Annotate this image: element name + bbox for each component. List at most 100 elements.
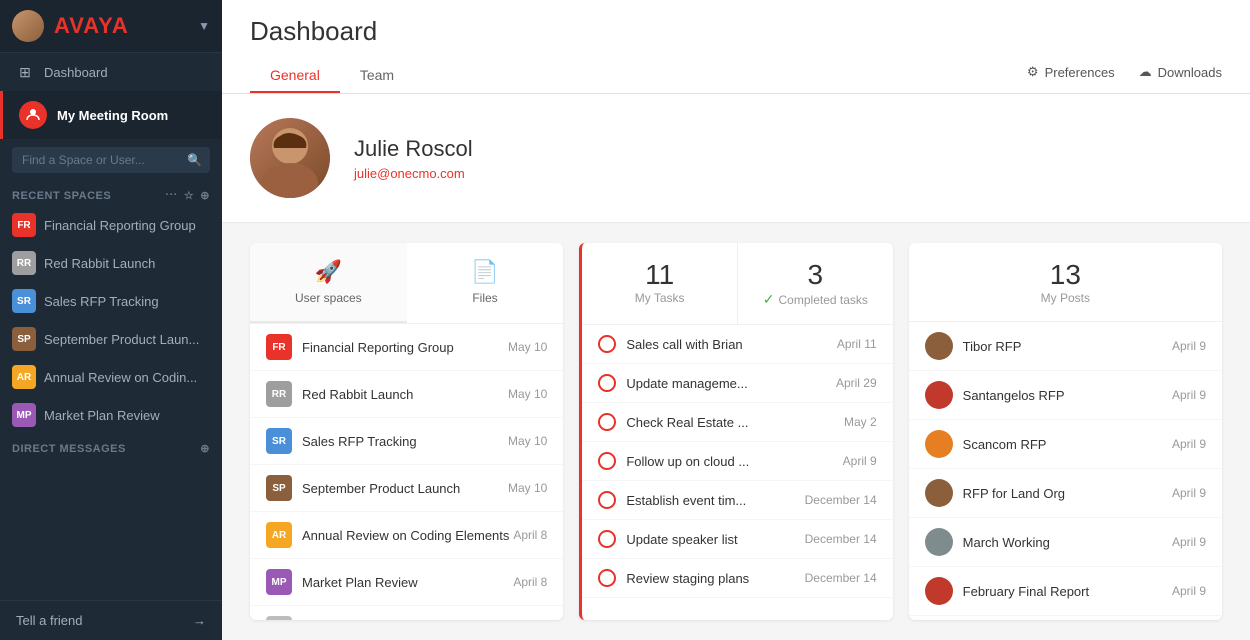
task-item[interactable]: Review staging plans December 14: [582, 559, 892, 598]
user-avatar[interactable]: [12, 10, 44, 42]
badge-ar: AR: [266, 522, 292, 548]
space-label-rr: Red Rabbit Launch: [44, 256, 155, 271]
task-date: December 14: [805, 532, 877, 546]
task-checkbox[interactable]: [598, 452, 616, 470]
tasks-total-label: My Tasks: [598, 291, 721, 305]
sidebar-item-september[interactable]: SP September Product Laun...: [0, 320, 222, 358]
space-date: May 10: [508, 387, 547, 401]
list-item[interactable]: RR Red Rabbit Launch May 10: [250, 371, 563, 418]
tab-general[interactable]: General: [250, 59, 340, 93]
tasks-total-number: 11: [598, 259, 721, 291]
task-item[interactable]: Sales call with Brian April 11: [582, 325, 892, 364]
more-icon[interactable]: ···: [165, 189, 178, 202]
task-date: December 14: [805, 571, 877, 585]
add-space-icon[interactable]: ⊕: [200, 189, 210, 202]
list-item[interactable]: SR Sales RFP Tracking May 10: [250, 418, 563, 465]
space-date: May 10: [508, 434, 547, 448]
list-item[interactable]: AR Annual Review on Coding Elements Apri…: [250, 512, 563, 559]
badge-fr: FR: [266, 334, 292, 360]
space-date: May 10: [508, 340, 547, 354]
rocket-icon: 🚀: [315, 259, 342, 285]
task-checkbox[interactable]: [598, 530, 616, 548]
star-icon[interactable]: ☆: [184, 189, 194, 202]
task-checkbox[interactable]: [598, 569, 616, 587]
spaces-list: FR Financial Reporting Group RR Red Rabb…: [0, 206, 222, 434]
profile-info: Julie Roscol julie@onecmo.com: [354, 136, 473, 181]
space-date: May 10: [508, 481, 547, 495]
post-name: February Final Report: [963, 584, 1172, 599]
downloads-action[interactable]: ☁ Downloads: [1139, 64, 1222, 80]
space-badge-rr: RR: [12, 251, 36, 275]
post-avatar: [925, 332, 953, 360]
main-content: Dashboard General Team ⚙ Preferences ☁ D…: [222, 0, 1250, 640]
sidebar-item-meeting-room[interactable]: My Meeting Room: [0, 91, 222, 139]
post-item[interactable]: Scancom RFP April 9: [909, 420, 1222, 469]
sidebar-item-sales-rfp[interactable]: SR Sales RFP Tracking: [0, 282, 222, 320]
sidebar-collapse-icon[interactable]: ▼: [198, 19, 210, 33]
task-item[interactable]: Follow up on cloud ... April 9: [582, 442, 892, 481]
list-item[interactable]: SP September Product Launch May 10: [250, 465, 563, 512]
task-checkbox[interactable]: [598, 374, 616, 392]
task-name: Update manageme...: [626, 376, 828, 391]
space-badge-sp: SP: [12, 327, 36, 351]
task-item[interactable]: Check Real Estate ... May 2: [582, 403, 892, 442]
app-logo: AVAYA: [54, 13, 198, 39]
preferences-action[interactable]: ⚙ Preferences: [1027, 64, 1115, 80]
list-item[interactable]: RF Regular Friday Team Meeting April 8: [250, 606, 563, 620]
task-item[interactable]: Update speaker list December 14: [582, 520, 892, 559]
tasks-list: Sales call with Brian April 11 Update ma…: [582, 325, 892, 598]
list-item[interactable]: MP Market Plan Review April 8: [250, 559, 563, 606]
spaces-list-items: FR Financial Reporting Group May 10 RR R…: [250, 324, 563, 620]
badge-sr: SR: [266, 428, 292, 454]
search-input[interactable]: [12, 147, 210, 173]
post-avatar: [925, 577, 953, 605]
space-name: Red Rabbit Launch: [302, 387, 508, 402]
sidebar-item-red-rabbit[interactable]: RR Red Rabbit Launch: [0, 244, 222, 282]
post-date: April 9: [1172, 535, 1206, 549]
post-item[interactable]: February Final Report April 9: [909, 567, 1222, 616]
post-item[interactable]: RFP for Land Org April 9: [909, 469, 1222, 518]
post-item[interactable]: Tibor RFP April 9: [909, 322, 1222, 371]
tasks-stats: 11 My Tasks 3 ✓ Completed tasks: [582, 243, 892, 325]
post-item[interactable]: February Update-Interim April 9: [909, 616, 1222, 620]
task-item[interactable]: Update manageme... April 29: [582, 364, 892, 403]
post-avatar: [925, 430, 953, 458]
space-badge-sr: SR: [12, 289, 36, 313]
post-item[interactable]: March Working April 9: [909, 518, 1222, 567]
space-label-ar: Annual Review on Codin...: [44, 370, 197, 385]
post-avatar: [925, 381, 953, 409]
sidebar-item-market-plan[interactable]: MP Market Plan Review: [0, 396, 222, 434]
tab-team[interactable]: Team: [340, 59, 414, 93]
sidebar: AVAYA ▼ ⊞ Dashboard My Meeting Room 🔍 RE…: [0, 0, 222, 640]
task-name: Check Real Estate ...: [626, 415, 836, 430]
meeting-room-label: My Meeting Room: [57, 108, 168, 123]
sidebar-item-dashboard[interactable]: ⊞ Dashboard: [0, 53, 222, 91]
list-item[interactable]: FR Financial Reporting Group May 10: [250, 324, 563, 371]
post-name: March Working: [963, 535, 1172, 550]
badge-rr: RR: [266, 381, 292, 407]
task-checkbox[interactable]: [598, 335, 616, 353]
task-checkbox[interactable]: [598, 413, 616, 431]
space-badge-fr: FR: [12, 213, 36, 237]
recent-spaces-label: RECENT SPACES: [12, 190, 111, 202]
preferences-label: Preferences: [1045, 65, 1115, 80]
posts-list: Tibor RFP April 9 Santangelos RFP April …: [909, 322, 1222, 620]
post-item[interactable]: Santangelos RFP April 9: [909, 371, 1222, 420]
task-item[interactable]: Establish event tim... December 14: [582, 481, 892, 520]
sidebar-item-financial-reporting[interactable]: FR Financial Reporting Group: [0, 206, 222, 244]
direct-messages-header: DIRECT MESSAGES ⊕: [0, 434, 222, 459]
add-dm-icon[interactable]: ⊕: [200, 442, 210, 455]
spaces-tab-userspaces[interactable]: 🚀 User spaces: [250, 243, 407, 323]
page-title: Dashboard: [250, 16, 1222, 47]
tell-friend-item[interactable]: Tell a friend →: [0, 601, 222, 640]
downloads-label: Downloads: [1158, 65, 1222, 80]
post-date: April 9: [1172, 388, 1206, 402]
sidebar-item-annual-review[interactable]: AR Annual Review on Codin...: [0, 358, 222, 396]
dashboard-icon: ⊞: [16, 63, 34, 81]
sidebar-header: AVAYA ▼: [0, 0, 222, 53]
post-name: Scancom RFP: [963, 437, 1172, 452]
post-date: April 9: [1172, 584, 1206, 598]
meeting-room-icon: [19, 101, 47, 129]
task-checkbox[interactable]: [598, 491, 616, 509]
spaces-tab-files[interactable]: 📄 Files: [407, 243, 564, 323]
